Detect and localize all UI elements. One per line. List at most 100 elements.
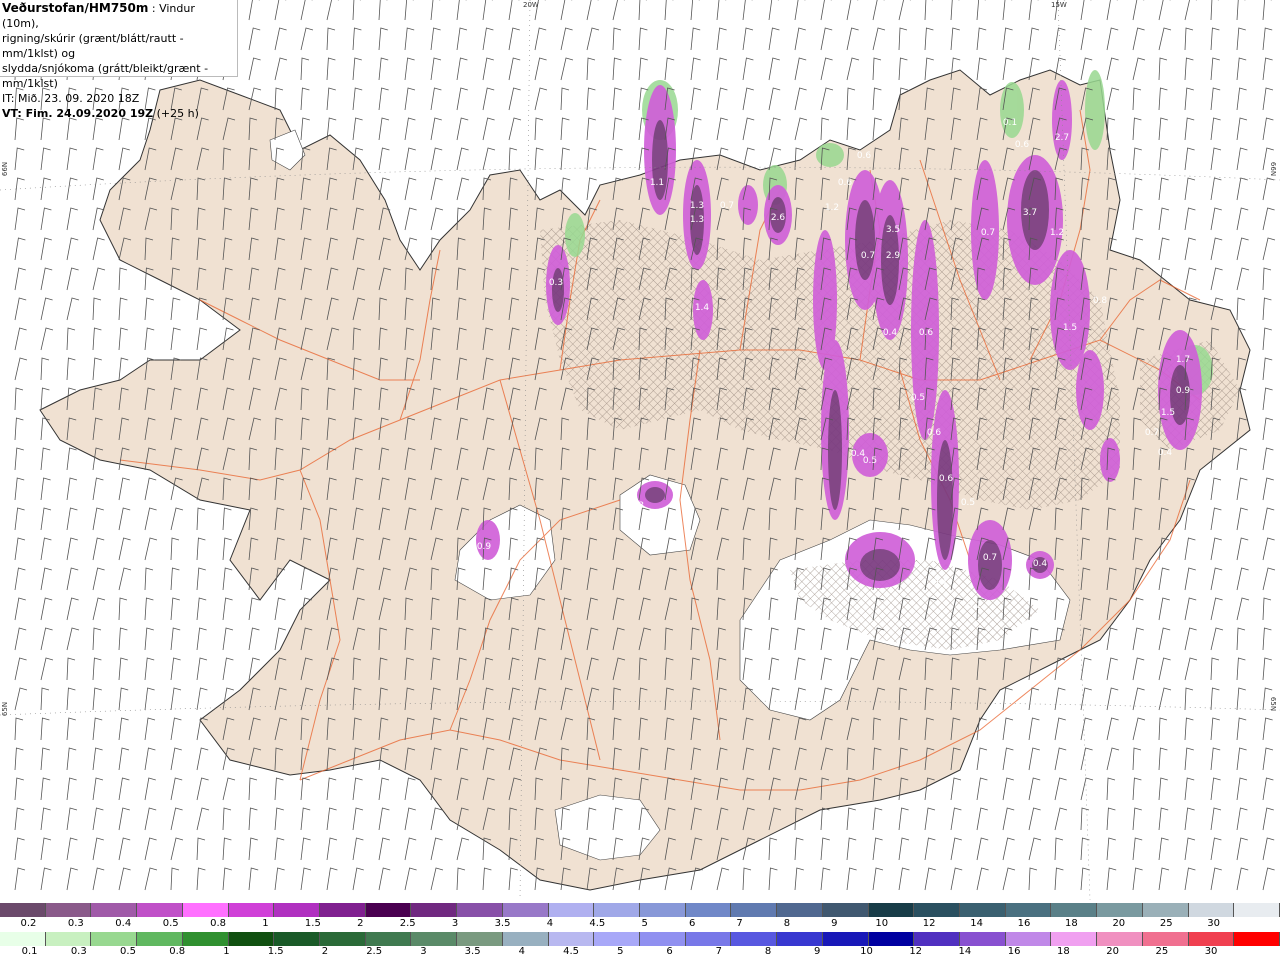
valid-time-strong: VT: Fim. 24.09.2020 19Z (2, 107, 154, 120)
legend-rain-labels: 0.1 0.3 0.5 0.8 1 1.5 2 2.5 3 3.5 4 4.5 5 6 7 8 9 10 12 14 1… (0, 946, 1280, 960)
precip-value-label: 1.5 (1161, 408, 1175, 418)
grid-label-15w: 15W (1051, 1, 1067, 9)
legend-label: 6 (666, 946, 673, 957)
precip-value-label: 2.6 (771, 213, 786, 223)
legend-label: 3 (420, 946, 427, 957)
legend-label: 9 (814, 946, 821, 957)
precip-value-label: 0.4 (1158, 448, 1173, 458)
legend-swatch (137, 932, 183, 946)
legend-swatch (1005, 932, 1052, 946)
precip-value-label: 0.7 (983, 553, 997, 563)
precip-value-label: 0.4 (933, 578, 948, 588)
legend-swatch (1097, 932, 1143, 946)
precip-value-label: 1.2 (825, 203, 839, 213)
legend-label: 4 (518, 946, 526, 957)
precip-value-label: 0.8 (1093, 296, 1108, 306)
legend-swatch (502, 932, 549, 946)
legend-swatch (685, 932, 732, 946)
legend-rain-colorbar (0, 932, 1280, 946)
grid-label-right-66n: 66N (1269, 161, 1278, 177)
legend-label: 30 (1204, 946, 1218, 957)
precip-value-label: 0.9 (1176, 386, 1191, 396)
precip-value-label: 0.7 (981, 228, 995, 238)
precip-value-label: 1.3 (690, 215, 704, 225)
legend-label: 14 (970, 918, 983, 929)
legend-label: 7 (715, 946, 722, 957)
legend-swatch (411, 903, 458, 917)
precip-value-label: 0.5 (961, 498, 975, 508)
legend-label: 0.3 (67, 918, 84, 929)
precip-value-label: 2.9 (886, 251, 901, 261)
legend-label: 2 (357, 918, 364, 929)
legend-label: 2.5 (399, 918, 416, 929)
title-line-2: rigning/skúrir (grænt/blátt/rautt - mm/1… (2, 32, 184, 60)
precip-value-label: 0.4 (883, 328, 898, 338)
legend-swatch (91, 932, 138, 946)
legend-label: 16 (1017, 918, 1031, 929)
valid-time: VT: Fim. 24.09.2020 19Z (+25 h) (2, 106, 235, 121)
legend-label: 0.5 (162, 918, 179, 929)
legend-label: 18 (1057, 946, 1070, 957)
legend-label: 16 (1007, 946, 1021, 957)
legend-label: 6 (688, 918, 696, 929)
legend-swatch (640, 932, 686, 946)
precip-value-label: 1.5 (1063, 323, 1077, 333)
precip-value-label: 1.1 (650, 178, 664, 188)
legend-label: 10 (860, 946, 873, 957)
legend-label: 0.4 (115, 918, 132, 929)
legend-label: 2 (321, 946, 329, 957)
legend-label: 8 (783, 918, 791, 929)
legend-label: 3 (451, 918, 459, 929)
grid-label-20w: 20W (523, 1, 539, 9)
precip-value-label: 0.6 (927, 428, 942, 438)
legend-swatch (868, 932, 915, 946)
precip-value-label: 0.9 (477, 542, 492, 552)
legend-label: 4.5 (563, 946, 580, 957)
legend-swatch (45, 932, 92, 946)
legend-label: 1 (223, 946, 230, 957)
legend-swatch (1142, 903, 1189, 917)
legend-label: 0.1 (21, 946, 38, 957)
grid-label-left-66n: 66N (1, 161, 10, 177)
precip-value-label: 1.4 (695, 303, 710, 313)
legend-label: 5 (617, 946, 624, 957)
precip-value-label: 0.1 (1003, 118, 1017, 128)
legend-swatch (457, 903, 503, 917)
legend-swatch (0, 903, 46, 917)
legend-swatch (1097, 903, 1143, 917)
precip-value-label: 0.6 (919, 328, 934, 338)
legend-swatch (45, 903, 92, 917)
legend-swatch (1051, 932, 1098, 946)
legend-swatch (548, 903, 595, 917)
precip-value-label: 0.6 (838, 178, 853, 188)
title-line-3: slydda/snjókoma (grátt/bleikt/grænt - mm… (2, 62, 209, 90)
grid-label-right-65n: 65N (1269, 696, 1278, 712)
legend-swatch (365, 932, 412, 946)
forecast-map: 0.3 1.1 1.3 0.7 2.6 0.6 1.2 3.5 2.9 0.7 0.4 0.6 0.5 0… (0, 0, 1280, 900)
precip-value-label: 1.3 (690, 201, 704, 211)
legend-swatch (320, 932, 366, 946)
legend-swatch (777, 932, 823, 946)
precip-value-label: 0.2 (967, 601, 981, 611)
legend-swatch (411, 932, 458, 946)
grid-label-left-65n: 65N (1, 701, 10, 717)
legend-swatch (228, 903, 275, 917)
legend-label: 12 (922, 918, 936, 929)
precip-value-label: 0.5 (863, 456, 877, 466)
legend-swatch (228, 932, 275, 946)
legend-swatch (457, 932, 503, 946)
legend-swatch (960, 932, 1006, 946)
map-title-box: Veðurstofan/HM750m : Vindur (10m), rigni… (0, 0, 238, 120)
legend-swatch (960, 903, 1006, 917)
legend-swatch (1234, 932, 1280, 946)
legend-swatch (137, 903, 183, 917)
legend-label: 0.8 (169, 946, 186, 957)
legend-label: 9 (831, 918, 838, 929)
legend-label: 18 (1065, 918, 1078, 929)
legend-label: 30 (1207, 918, 1220, 929)
legend-swatch (594, 932, 640, 946)
precip-value-label: 0.3 (549, 278, 563, 288)
legend-label: 20 (1106, 946, 1119, 957)
title-line-1: Veðurstofan/HM750m : Vindur (10m), (2, 1, 235, 31)
legend-label: 25 (1155, 946, 1169, 957)
